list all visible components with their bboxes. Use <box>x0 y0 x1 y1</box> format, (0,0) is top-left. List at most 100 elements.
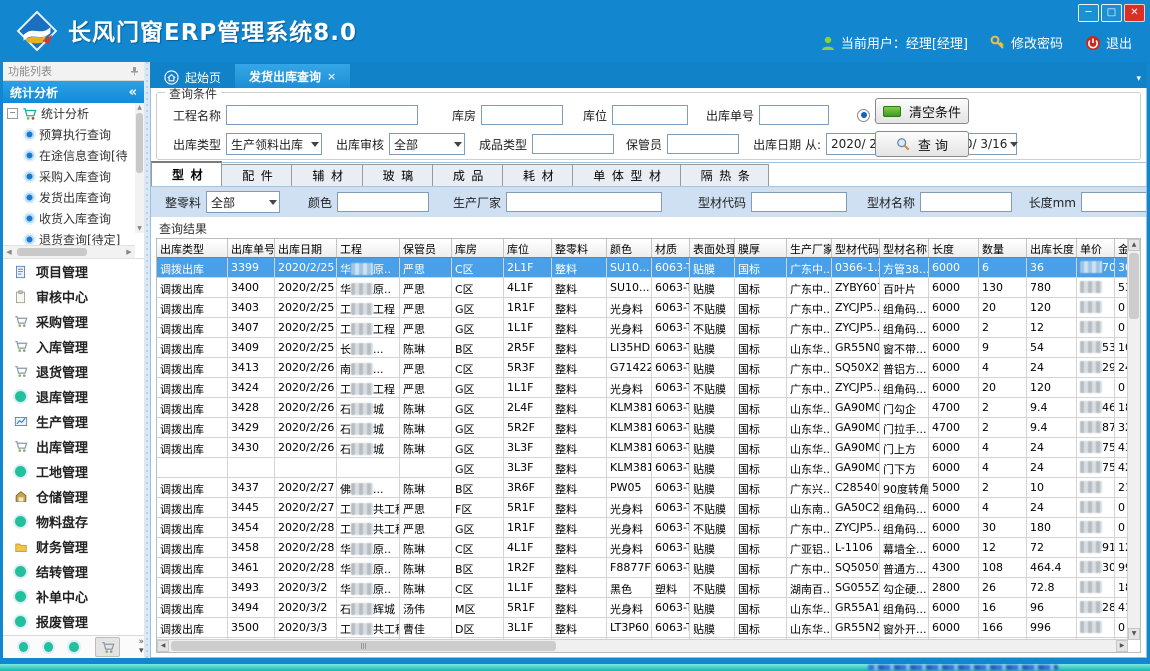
material-tab[interactable]: 型材 <box>151 161 222 186</box>
material-tab[interactable]: 配件 <box>222 164 292 186</box>
keeper-input[interactable] <box>667 134 739 154</box>
tree-scrollbar-vertical[interactable]: ▲ ▼ <box>135 103 144 233</box>
table-row[interactable]: 调拨出库34372020/2/27佛...陈琳B区3R6F整料PW056063-… <box>157 478 1128 498</box>
sidebar-item[interactable]: 财务管理 <box>3 534 144 559</box>
column-header[interactable]: 型材名称 <box>880 239 929 257</box>
tree-item[interactable]: 预算执行查询 <box>3 124 144 145</box>
table-scrollbar-horizontal[interactable]: ◀ ▶ <box>157 639 1128 652</box>
sidebar-item[interactable]: 出库管理 <box>3 434 144 459</box>
order-no-input[interactable] <box>759 105 829 125</box>
warehouse-input[interactable] <box>481 105 563 125</box>
nav-dot-icon[interactable] <box>44 642 53 652</box>
table-row[interactable]: 调拨出库33992020/2/25华原..严思C区2L1F整料SU10...60… <box>157 258 1128 278</box>
radio-gongzhuang[interactable] <box>857 109 870 122</box>
project-name-input[interactable] <box>226 105 418 125</box>
cart-nav-button[interactable] <box>95 637 121 657</box>
sidebar-item[interactable]: 入库管理 <box>3 334 144 359</box>
color-input[interactable] <box>337 192 429 212</box>
maker-input[interactable] <box>506 192 662 212</box>
table-row[interactable]: 调拨出库34032020/2/25工工程严思G区1R1F整料光身料6063-T5… <box>157 298 1128 318</box>
scroll-right-icon[interactable]: ▶ <box>123 246 135 258</box>
sidebar-item[interactable]: 审核中心 <box>3 284 144 309</box>
column-header[interactable]: 整零料 <box>552 239 607 257</box>
column-header[interactable]: 单价 <box>1077 239 1115 257</box>
sidebar-item[interactable]: 退库管理 <box>3 384 144 409</box>
collapse-icon[interactable]: « <box>129 85 137 100</box>
sidebar-item[interactable]: 工地管理 <box>3 459 144 484</box>
table-row[interactable]: 调拨出库35002020/3/3工共工程曹佳D区3L1F整料LT3P606063… <box>157 618 1128 638</box>
tree-item[interactable]: 采购入库查询 <box>3 166 144 187</box>
change-password[interactable]: 修改密码 <box>990 33 1063 52</box>
table-row[interactable]: 调拨出库34612020/2/28华原..陈琳B区1R2F整料F8877FT60… <box>157 558 1128 578</box>
table-row[interactable]: 调拨出库34302020/2/26石城陈琳G区3L3F整料KLM38176063… <box>157 438 1128 458</box>
material-tab[interactable]: 玻璃 <box>363 164 433 186</box>
table-row[interactable]: 调拨出库34582020/2/28华原..陈琳C区4L1F整料光身料6063-T… <box>157 538 1128 558</box>
table-row[interactable]: 调拨出库34542020/2/28工共工程严思G区1R1F整料光身料6063-T… <box>157 518 1128 538</box>
audit-select[interactable]: 全部 <box>389 133 465 155</box>
sidebar-item[interactable]: 采购管理 <box>3 309 144 334</box>
column-header[interactable]: 长度 <box>929 239 979 257</box>
column-header[interactable]: 出库类型 <box>157 239 228 257</box>
table-row[interactable]: 调拨出库34292020/2/26石城陈琳G区5R2F整料KLM38176063… <box>157 418 1128 438</box>
location-input[interactable] <box>612 105 688 125</box>
pin-icon[interactable] <box>130 66 139 76</box>
column-header[interactable]: 库房 <box>452 239 504 257</box>
sidebar-item[interactable]: 生产管理 <box>3 409 144 434</box>
table-row[interactable]: 调拨出库34242020/2/26工工程严思G区1L1F整料光身料6063-T5… <box>157 378 1128 398</box>
tab-home[interactable]: 起始页 <box>150 66 235 88</box>
tree-root[interactable]: − 统计分析 <box>3 103 144 124</box>
tree-item[interactable]: 收货入库查询 <box>3 208 144 229</box>
scroll-thumb[interactable] <box>17 248 87 256</box>
scroll-up-icon[interactable]: ▲ <box>1128 239 1140 251</box>
table-row[interactable]: 调拨出库34072020/2/25工工程严思G区1L1F整料光身料6063-T5… <box>157 318 1128 338</box>
length-input[interactable] <box>1081 192 1147 212</box>
scroll-down-icon[interactable]: ▼ <box>135 224 144 233</box>
minimize-button[interactable]: ─ <box>1078 4 1099 22</box>
material-tab[interactable]: 隔热条 <box>681 164 770 186</box>
material-tab[interactable]: 成品 <box>433 164 503 186</box>
sidebar-item[interactable]: 补单中心 <box>3 584 144 609</box>
close-button[interactable]: ✕ <box>1124 4 1145 22</box>
logout[interactable]: 退出 <box>1085 33 1132 52</box>
column-header[interactable]: 颜色 <box>607 239 652 257</box>
scroll-thumb[interactable] <box>136 113 143 173</box>
tab-shipment-outbound-query[interactable]: 发货出库查询 × <box>235 64 350 88</box>
section-header-statistics[interactable]: 统计分析 « <box>3 81 144 103</box>
out-type-select[interactable]: 生产领料出库 <box>226 133 322 155</box>
material-tab[interactable]: 单体型材 <box>573 164 680 186</box>
table-row[interactable]: 调拨出库34092020/2/25长...陈琳B区2R5F整料LI35HD606… <box>157 338 1128 358</box>
column-header[interactable]: 数量 <box>979 239 1027 257</box>
table-row[interactable]: 调拨出库34132020/2/26南...严思C区5R3F整料G71422606… <box>157 358 1128 378</box>
column-header[interactable]: 材质 <box>652 239 690 257</box>
maximize-button[interactable]: □ <box>1101 4 1122 22</box>
column-header[interactable]: 库位 <box>504 239 552 257</box>
column-header[interactable]: 保管员 <box>400 239 452 257</box>
tab-list-dropdown-icon[interactable]: ▾ <box>1136 74 1141 84</box>
scroll-up-icon[interactable]: ▲ <box>135 103 144 112</box>
tree-item[interactable]: 发货出库查询 <box>3 187 144 208</box>
column-header[interactable]: 出库单号 <box>228 239 275 257</box>
material-tab[interactable]: 辅材 <box>292 164 362 186</box>
scroll-right-icon[interactable]: ▶ <box>1116 640 1128 652</box>
sidebar-item[interactable]: 仓储管理 <box>3 484 144 509</box>
table-row[interactable]: G区3L3F整料KLM38176063-T5贴膜国标山东华...GA90M09.… <box>157 458 1128 478</box>
table-row[interactable]: 调拨出库34282020/2/26石城陈琳G区2L4F整料KLM38176063… <box>157 398 1128 418</box>
sidebar-item[interactable]: 退货管理 <box>3 359 144 384</box>
column-header[interactable]: 型材代码 <box>832 239 880 257</box>
column-header[interactable]: 膜厚 <box>735 239 787 257</box>
zhengling-select[interactable]: 全部 <box>206 191 280 213</box>
column-header[interactable]: 出库日期 <box>275 239 337 257</box>
expander-icon[interactable]: − <box>7 108 18 119</box>
material-tab[interactable]: 耗材 <box>503 164 573 186</box>
sidebar-item[interactable]: 项目管理 <box>3 259 144 284</box>
search-button[interactable]: 查 询 <box>875 131 969 157</box>
scroll-thumb[interactable] <box>1129 253 1139 319</box>
table-scrollbar-vertical[interactable]: ▲ ▼ <box>1127 239 1140 640</box>
clear-conditions-button[interactable]: 清空条件 <box>875 98 969 124</box>
table-row[interactable]: 调拨出库34452020/2/27工共工程严思F区5R1F整料光身料6063-T… <box>157 498 1128 518</box>
scroll-down-icon[interactable]: ▼ <box>1128 628 1140 640</box>
column-header[interactable]: 工程 <box>337 239 400 257</box>
column-header[interactable]: 表面处理 <box>690 239 735 257</box>
profile-code-input[interactable] <box>751 192 847 212</box>
tree-item[interactable]: 在途信息查询[待 <box>3 145 144 166</box>
